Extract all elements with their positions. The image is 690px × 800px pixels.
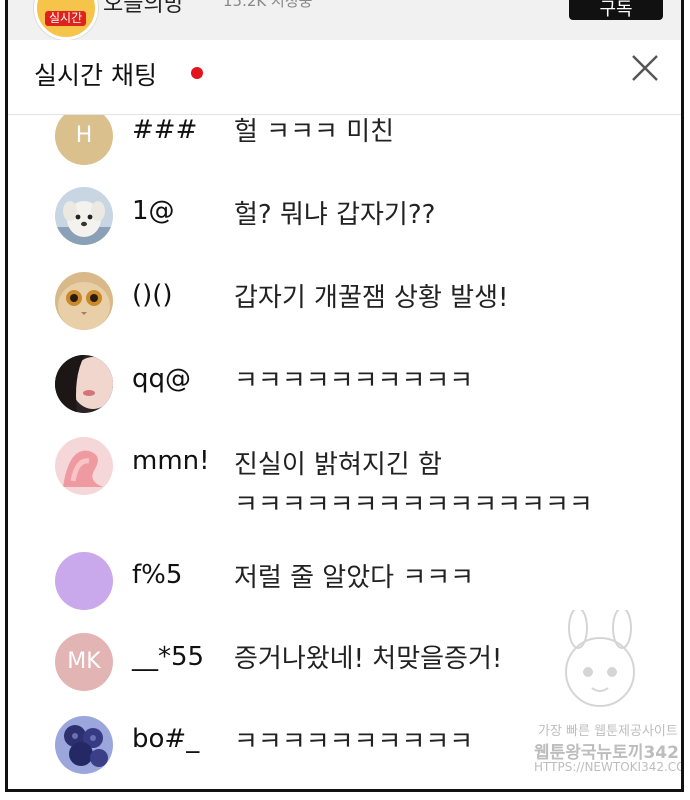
- cat-photo: [55, 272, 113, 330]
- woman-photo: [55, 355, 113, 413]
- pink-abstract-photo: [55, 437, 113, 495]
- user-avatar[interactable]: H: [55, 115, 113, 165]
- chat-message-text: 진실이 밝혀지긴 함 ㅋㅋㅋㅋㅋㅋㅋㅋㅋㅋㅋㅋㅋㅋㅋ: [234, 450, 593, 520]
- follow-button[interactable]: 구독: [569, 0, 663, 20]
- user-avatar[interactable]: [55, 187, 113, 245]
- chat-message-text: ㅋㅋㅋㅋㅋㅋㅋㅋㅋㅋ: [234, 366, 474, 396]
- user-avatar[interactable]: [55, 437, 113, 495]
- user-avatar[interactable]: [55, 552, 113, 610]
- chat-username[interactable]: __*55: [132, 642, 204, 672]
- chat-message-text: ㅋㅋㅋㅋㅋㅋㅋㅋㅋㅋ: [234, 727, 474, 757]
- avatar-initial: MK: [67, 649, 101, 674]
- live-badge: 실시간: [45, 11, 87, 26]
- chat-message-text: 헐 ㅋㅋㅋ 미친: [234, 117, 395, 147]
- chat-message-text: 저럴 줄 알았다 ㅋㅋㅋ: [234, 563, 475, 593]
- close-icon[interactable]: [629, 52, 661, 84]
- chat-username[interactable]: ###: [132, 115, 197, 145]
- chat-message-text: 증거나왔네! 처맞을증거!: [234, 644, 503, 674]
- avatar-initial: H: [75, 123, 93, 148]
- chat-message-text: 헐? 뭐냐 갑자기??: [234, 200, 436, 230]
- live-indicator-dot: [191, 67, 203, 79]
- user-avatar[interactable]: MK: [55, 633, 113, 691]
- chat-message-text: 갑자기 개꿀잼 상황 발생!: [234, 283, 509, 313]
- chat-username[interactable]: bo#_: [132, 724, 199, 754]
- chat-username[interactable]: mmn!: [132, 446, 210, 476]
- chat-header: 실시간 채팅: [8, 40, 681, 115]
- chat-title: 실시간 채팅: [34, 61, 157, 90]
- chat-username[interactable]: qq@: [132, 364, 191, 394]
- channel-name[interactable]: 오늘의방: [103, 0, 184, 18]
- chat-message-list[interactable]: H ### 헐 ㅋㅋㅋ 미친 1@ 헐? 뭐냐 갑자기?? ()() 갑자기 개…: [8, 115, 681, 789]
- chat-username[interactable]: ()(): [132, 280, 173, 310]
- chat-username[interactable]: 1@: [132, 196, 175, 226]
- puppy-photo: [55, 187, 113, 245]
- blueberries-photo: [55, 716, 113, 774]
- user-avatar[interactable]: [55, 716, 113, 774]
- stream-header: 실시간 오늘의방 15.2K 시청중 구독: [8, 0, 681, 40]
- user-avatar[interactable]: [55, 272, 113, 330]
- user-avatar[interactable]: [55, 355, 113, 413]
- chat-panel-frame: 실시간 오늘의방 15.2K 시청중 구독 실시간 채팅 H ### 헐 ㅋㅋㅋ…: [5, 0, 684, 792]
- chat-username[interactable]: f%5: [132, 560, 182, 590]
- viewer-count: 15.2K 시청중: [223, 0, 313, 10]
- channel-avatar[interactable]: 실시간: [34, 0, 98, 40]
